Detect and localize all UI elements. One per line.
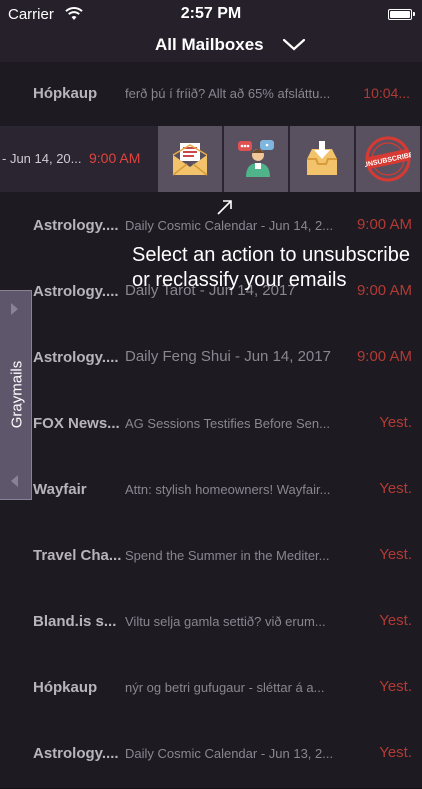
email-subject: Spend the Summer in the Mediter... xyxy=(125,548,330,563)
email-subject: AG Sessions Testifies Before Sen... xyxy=(125,416,330,431)
email-row[interactable]: Hópkaup ferð þú í fríið? Allt að 65% afs… xyxy=(0,62,422,129)
mark-read-button[interactable] xyxy=(158,126,222,192)
email-sender: Hópkaup xyxy=(33,679,98,696)
email-row[interactable]: Hópkaup nýr og betri gufugaur - sléttar … xyxy=(0,656,422,723)
email-sender: Astrology.... xyxy=(33,217,119,234)
clock: 2:57 PM xyxy=(180,5,242,22)
email-date: 9:00 AM xyxy=(356,216,412,233)
email-sender: FOX News... xyxy=(33,415,120,432)
email-row[interactable]: Bland.is s... Viltu selja gamla settið? … xyxy=(0,590,422,657)
email-subject: Daily Cosmic Calendar - Jun 14, 2... xyxy=(125,218,334,233)
tutorial-hint: Select an action to unsubscribe or recla… xyxy=(132,244,410,291)
inbox-download-icon xyxy=(307,141,337,175)
battery-icon xyxy=(388,9,415,20)
email-subject: Attn: stylish homeowners! Wayfair... xyxy=(125,482,331,497)
email-date: 9:00 AM xyxy=(356,348,412,365)
email-date: Yest. xyxy=(379,678,412,695)
email-subject: Daily Feng Shui - Jun 14, 2017 xyxy=(125,348,331,365)
mailbox-title[interactable]: All Mailboxes xyxy=(155,35,264,55)
email-row[interactable]: Wayfair Attn: stylish homeowners! Wayfai… xyxy=(0,458,422,525)
email-subject: nýr og betri gufugaur - sléttar á a... xyxy=(125,680,325,695)
people-chat-icon xyxy=(238,140,274,177)
move-to-inbox-button[interactable] xyxy=(290,126,354,192)
email-date: 10:04... xyxy=(363,85,410,101)
email-subject: ferð þú í fríið? Allt að 65% afsláttu... xyxy=(125,86,331,101)
email-date: 9:00 AM xyxy=(89,150,141,166)
open-envelope-icon xyxy=(172,143,208,176)
expand-arrow-icon xyxy=(11,303,18,315)
sender-contact-button[interactable] xyxy=(224,126,288,192)
email-date: Yest. xyxy=(379,414,412,431)
email-row[interactable]: Travel Cha... Spend the Summer in the Me… xyxy=(0,524,422,591)
email-date: Yest. xyxy=(379,744,412,761)
status-bar: Carrier 2:57 PM xyxy=(0,0,422,28)
email-date: Yest. xyxy=(379,612,412,629)
email-sender: Hópkaup xyxy=(33,85,98,102)
chevron-down-icon[interactable] xyxy=(282,38,306,52)
graymails-label: Graymails xyxy=(8,360,26,429)
email-row[interactable]: Astrology.... Daily Feng Shui - Jun 14, … xyxy=(0,326,422,393)
email-row[interactable]: FOX News... AG Sessions Testifies Before… xyxy=(0,392,422,459)
email-subject: - Jun 14, 20... xyxy=(2,151,82,166)
pointer-arrow-icon xyxy=(217,200,232,215)
mailbox-selector[interactable]: All Mailboxes xyxy=(0,28,422,62)
email-subject: Daily Cosmic Calendar - Jun 13, 2... xyxy=(125,746,334,761)
email-sender: Astrology.... xyxy=(33,283,119,300)
email-sender: Astrology.... xyxy=(33,745,119,762)
email-sender: Travel Cha... xyxy=(33,547,122,564)
email-sender: Wayfair xyxy=(33,481,87,498)
email-sender: Astrology.... xyxy=(33,349,119,366)
unsubscribe-stamp-icon: UNSUBSCRIBE xyxy=(365,136,411,182)
collapse-arrow-icon xyxy=(11,475,18,487)
email-row[interactable]: Astrology.... Daily Cosmic Calendar - Ju… xyxy=(0,722,422,789)
email-date: Yest. xyxy=(379,480,412,497)
email-sender: Bland.is s... xyxy=(33,613,117,630)
unsubscribe-button[interactable]: UNSUBSCRIBE xyxy=(356,126,420,192)
swiped-email-row[interactable]: - Jun 14, 20... 9:00 AM UNSUBSCRIBE xyxy=(0,126,422,192)
graymails-side-tab[interactable]: Graymails xyxy=(0,290,32,500)
email-subject: Viltu selja gamla settið? við erum... xyxy=(125,614,326,629)
swiped-email-content[interactable]: - Jun 14, 20... 9:00 AM xyxy=(0,126,158,192)
email-date: Yest. xyxy=(379,546,412,563)
